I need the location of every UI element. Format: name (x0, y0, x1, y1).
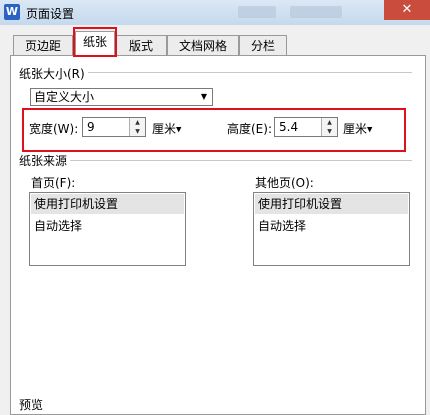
tab-layout[interactable]: 版式 (115, 35, 167, 55)
wps-writer-icon: W (4, 4, 20, 20)
first-page-label: 首页(F): (31, 176, 76, 190)
tab-highlight-box (73, 27, 117, 57)
first-page-listbox[interactable]: 使用打印机设置 自动选择 (29, 192, 186, 266)
close-icon: ✕ (401, 2, 413, 17)
other-pages-listbox[interactable]: 使用打印机设置 自动选择 (253, 192, 410, 266)
list-item[interactable]: 自动选择 (255, 216, 408, 236)
paper-source-group-label: 纸张来源 (19, 152, 71, 169)
window-title: 页面设置 (26, 7, 75, 21)
list-item[interactable]: 自动选择 (31, 216, 184, 236)
other-pages-label: 其他页(O): (255, 176, 314, 190)
tab-document-grid[interactable]: 文档网格 (167, 35, 239, 55)
close-button[interactable]: ✕ (384, 0, 430, 20)
list-item[interactable]: 使用打印机设置 (31, 194, 184, 214)
size-highlight-box (22, 108, 406, 152)
paper-size-dropdown[interactable]: 自定义大小 ▼ (30, 88, 213, 106)
paper-size-selected: 自定义大小 (34, 90, 95, 104)
tab-margins[interactable]: 页边距 (13, 35, 73, 55)
chevron-down-icon: ▼ (200, 92, 207, 101)
preview-group-label: 预览 (19, 396, 47, 413)
tab-columns[interactable]: 分栏 (239, 35, 287, 55)
list-item[interactable]: 使用打印机设置 (255, 194, 408, 214)
paper-size-group-label: 纸张大小(R) (19, 65, 88, 82)
group-divider (20, 160, 412, 161)
blurred-area (290, 6, 342, 18)
blurred-area (238, 6, 276, 18)
